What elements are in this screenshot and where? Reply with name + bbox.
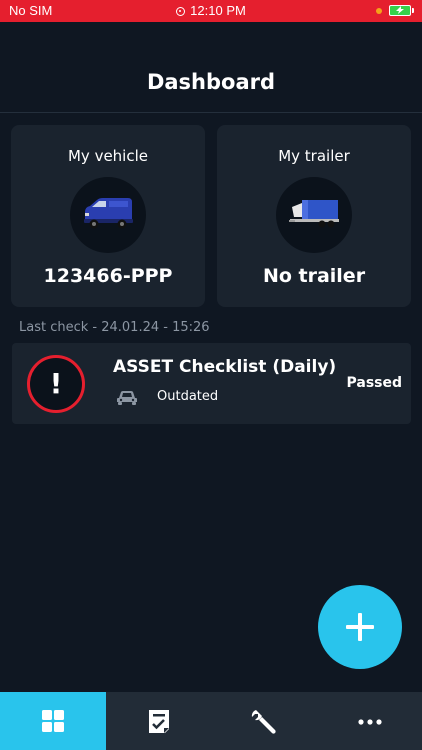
header-divider <box>0 112 422 113</box>
dashboard-grid-icon <box>42 710 64 732</box>
alarm-clock-icon <box>176 7 186 16</box>
wrench-icon <box>251 710 276 734</box>
my-vehicle-card[interactable]: My vehicle 123466-PPP <box>11 125 205 307</box>
tab-more[interactable] <box>318 692 422 750</box>
vehicle-plate: 123466-PPP <box>43 265 173 287</box>
plus-icon <box>346 613 374 641</box>
my-vehicle-label: My vehicle <box>67 147 148 165</box>
checklist-icon <box>149 710 169 733</box>
trailer-icon <box>276 177 352 253</box>
alert-icon: ! <box>27 355 85 413</box>
checklist-item[interactable]: ! ASSET Checklist (Daily) Outdated Passe… <box>12 343 411 424</box>
car-icon <box>117 391 137 405</box>
privacy-indicator-dot <box>376 8 382 14</box>
trailer-value: No trailer <box>262 265 366 287</box>
my-trailer-card[interactable]: My trailer No trailer <box>217 125 411 307</box>
page-title: Dashboard <box>146 70 276 94</box>
bottom-navigation <box>0 692 422 750</box>
checklist-title: ASSET Checklist (Daily) <box>113 357 337 377</box>
checklist-status: Passed <box>346 375 402 391</box>
status-time-label: 12:10 PM <box>190 3 246 18</box>
checklist-subtitle: Outdated <box>157 389 219 404</box>
last-check-label: Last check - 24.01.24 - 15:26 <box>19 320 210 335</box>
more-icon <box>358 719 382 725</box>
battery-charging-icon <box>389 5 414 16</box>
tab-checklists[interactable] <box>106 692 212 750</box>
my-trailer-label: My trailer <box>278 147 350 165</box>
status-bar: No SIM 12:10 PM <box>0 0 422 22</box>
tab-maintenance[interactable] <box>212 692 318 750</box>
status-time: 12:10 PM <box>0 3 422 18</box>
add-button[interactable] <box>318 585 402 669</box>
van-icon <box>70 177 146 253</box>
tab-dashboard[interactable] <box>0 692 106 750</box>
alert-symbol: ! <box>49 367 63 400</box>
